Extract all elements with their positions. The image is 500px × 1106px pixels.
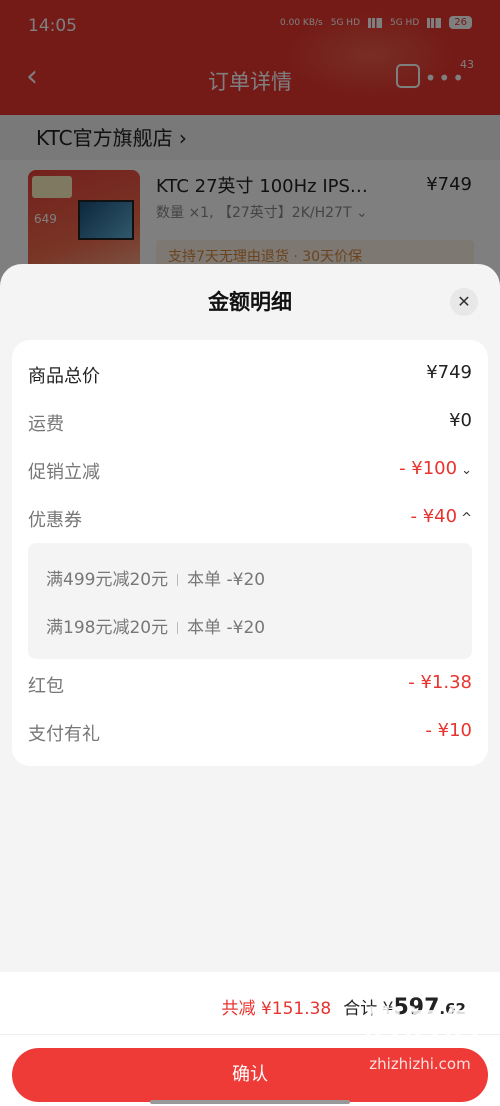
row-value: ¥749 bbox=[426, 362, 472, 383]
row-label: 红包 bbox=[28, 676, 64, 697]
row-goods-total: 商品总价 ¥749 bbox=[28, 362, 472, 392]
row-payment-gift: 支付有礼 - ¥10 bbox=[28, 720, 472, 750]
row-coupon[interactable]: 优惠券 - ¥40 ^ bbox=[28, 506, 472, 536]
row-value: - ¥10 bbox=[425, 720, 472, 741]
watermark-glyphs: 值值值 bbox=[359, 1003, 482, 1052]
row-value: - ¥40 ^ bbox=[411, 506, 472, 527]
coupon-item: 满198元减20元 本单 -¥20 bbox=[46, 613, 265, 638]
coupon-item: 满499元减20元 本单 -¥20 bbox=[46, 565, 265, 590]
coupon-breakdown: 满499元减20元 本单 -¥20 满198元减20元 本单 -¥20 bbox=[28, 543, 472, 659]
row-label: 商品总价 bbox=[28, 366, 100, 387]
divider bbox=[177, 622, 179, 634]
row-red-packet: 红包 - ¥1.38 bbox=[28, 672, 472, 702]
row-label: 支付有礼 bbox=[28, 724, 100, 745]
coupon-name: 满499元减20元 bbox=[46, 570, 169, 590]
amount-detail-card: 商品总价 ¥749 运费 ¥0 促销立减 - ¥100 ⌄ 优惠券 - ¥40 ^ … bbox=[12, 340, 488, 766]
row-value: ¥0 bbox=[449, 410, 472, 431]
row-promotion[interactable]: 促销立减 - ¥100 ⌄ bbox=[28, 458, 472, 488]
home-indicator[interactable] bbox=[150, 1100, 350, 1104]
coupon-detail: 本单 -¥20 bbox=[187, 570, 266, 590]
row-value: - ¥1.38 bbox=[408, 672, 472, 693]
watermark-logo: 值值值 zhizhizhi.com bbox=[350, 994, 490, 1073]
saved-amount: 共减 ¥151.38 bbox=[221, 999, 332, 1019]
chevron-up-icon[interactable]: ^ bbox=[461, 511, 472, 526]
coupon-name: 满198元减20元 bbox=[46, 618, 169, 638]
row-value: - ¥100 ⌄ bbox=[399, 458, 472, 479]
promotion-amount: - ¥100 bbox=[399, 458, 458, 479]
row-shipping: 运费 ¥0 bbox=[28, 410, 472, 440]
close-icon[interactable]: ✕ bbox=[450, 288, 478, 316]
coupon-detail: 本单 -¥20 bbox=[187, 618, 266, 638]
coupon-amount: - ¥40 bbox=[410, 506, 458, 527]
row-label: 优惠券 bbox=[28, 510, 82, 531]
sheet-title: 金额明细 bbox=[208, 290, 292, 314]
amount-detail-sheet: 金额明细 ✕ 商品总价 ¥749 运费 ¥0 促销立减 - ¥100 ⌄ 优惠券 … bbox=[0, 264, 500, 1106]
chevron-down-icon[interactable]: ⌄ bbox=[461, 463, 472, 478]
row-label: 运费 bbox=[28, 414, 64, 435]
watermark-domain: zhizhizhi.com bbox=[369, 1055, 471, 1073]
row-label: 促销立减 bbox=[28, 462, 100, 483]
divider bbox=[177, 574, 179, 586]
